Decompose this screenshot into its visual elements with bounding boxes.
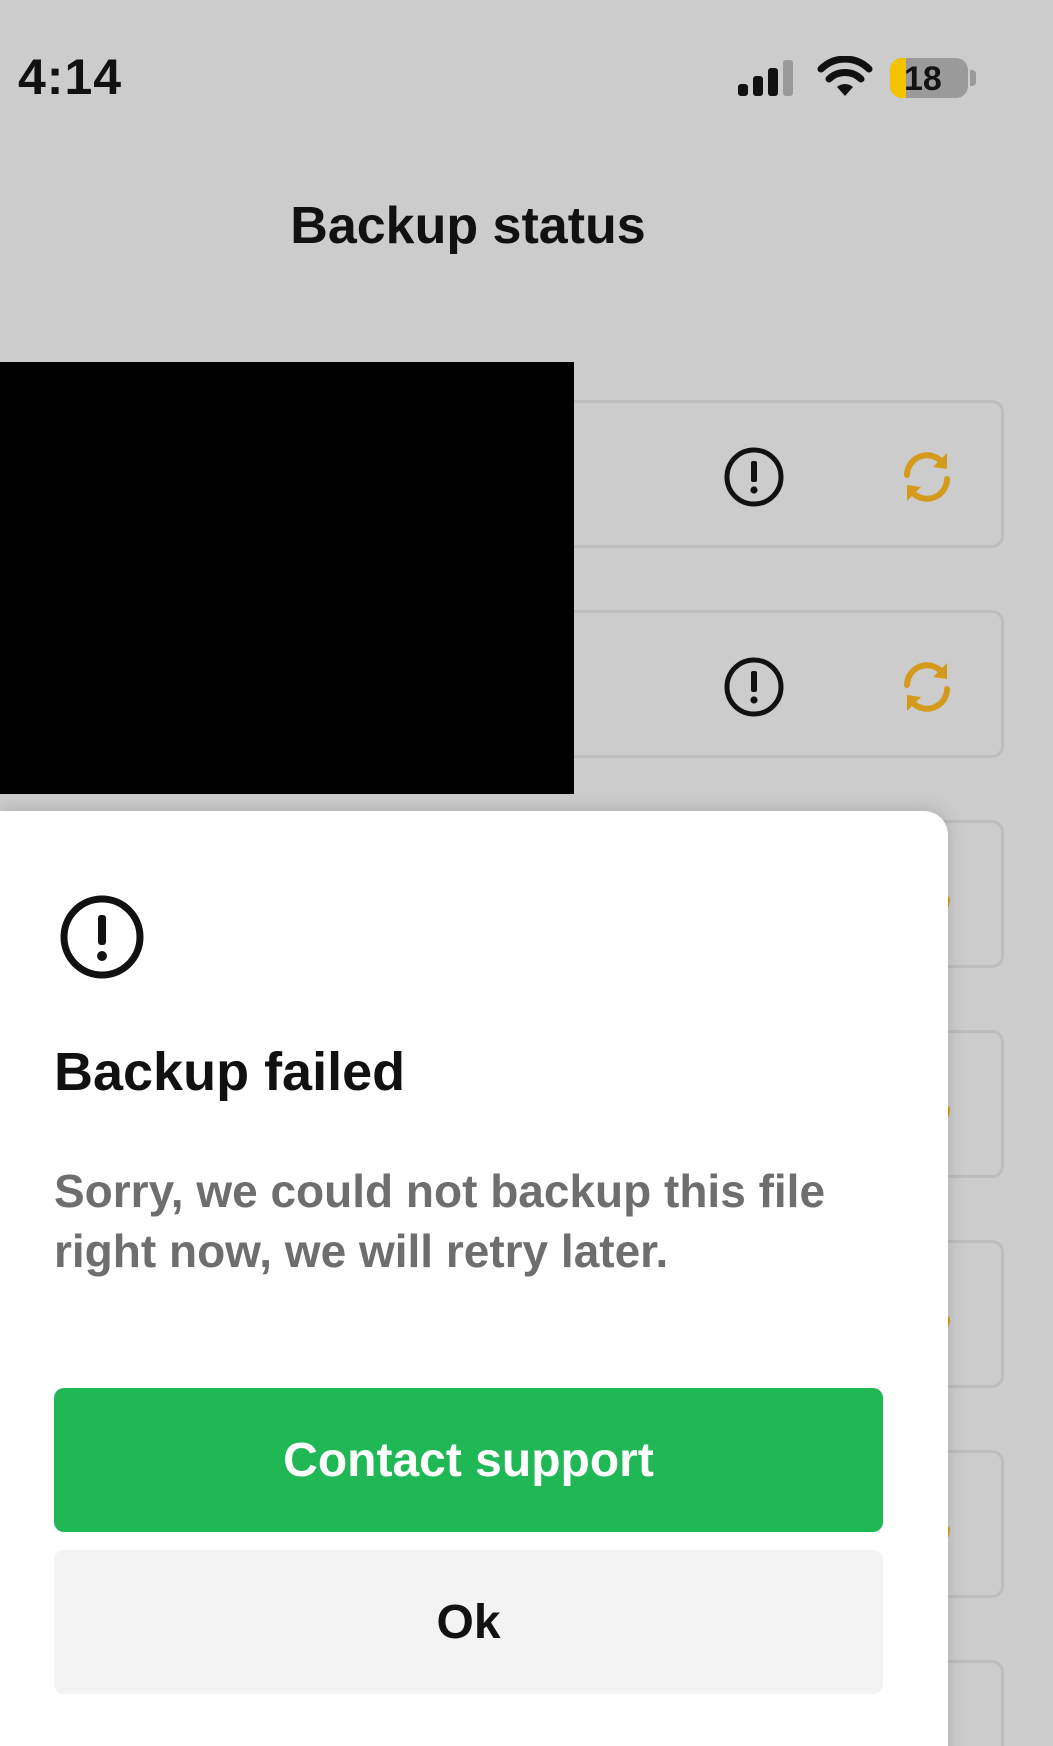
alert-circle-icon[interactable] <box>722 445 786 509</box>
ok-button[interactable]: Ok <box>54 1550 883 1694</box>
redacted-region <box>0 362 574 794</box>
dialog-title: Backup failed <box>54 1042 406 1102</box>
alert-circle-icon[interactable] <box>722 655 786 719</box>
status-bar: 4:14 18 <box>0 0 1053 160</box>
battery-level: 18 <box>904 60 942 98</box>
status-time: 4:14 <box>18 49 123 105</box>
backup-failed-sheet: Backup failed Sorry, we could not backup… <box>0 811 948 1746</box>
battery-nub <box>970 70 976 86</box>
sync-icon[interactable] <box>895 655 959 719</box>
wifi-icon <box>817 56 873 96</box>
contact-support-button[interactable]: Contact support <box>54 1388 883 1532</box>
page-title: Backup status <box>290 197 646 255</box>
battery-icon: 18 <box>890 58 968 98</box>
sync-icon[interactable] <box>895 445 959 509</box>
dialog-message: Sorry, we could not backup this file rig… <box>54 1165 826 1277</box>
alert-circle-icon <box>60 895 144 979</box>
cellular-signal-icon <box>738 60 793 96</box>
